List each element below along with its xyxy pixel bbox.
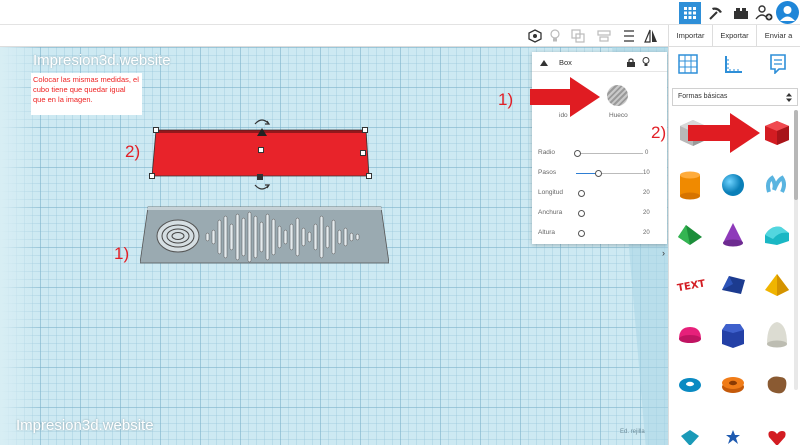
param-label: Altura [538,229,555,236]
edit-toolbar [0,25,668,47]
file-actions: Importar Exportar Enviar a [668,25,800,47]
width-slider[interactable] [578,210,585,217]
align-icon[interactable] [595,27,613,45]
user-avatar-icon[interactable] [776,1,799,24]
polygon-shape[interactable] [713,315,753,355]
wedge-shape[interactable] [713,265,753,305]
callout-label-1: 1) [498,90,514,109]
height-handle[interactable] [257,174,263,180]
height-slider[interactable] [578,230,585,237]
shapes-panel: Formas básicas TEXT [668,47,800,445]
shape-generator-shape[interactable] [757,365,797,405]
top-bar [0,0,800,25]
label-red-box: 2) [125,142,141,161]
red-arrow-1 [530,77,600,117]
resize-handle[interactable] [149,173,155,179]
lift-arrow-icon[interactable] [257,128,267,136]
label-sound-plate: 1) [114,244,130,263]
param-value: 20 [643,190,650,196]
radius-slider[interactable] [574,150,581,157]
length-slider[interactable] [578,190,585,197]
paraboloid-shape[interactable] [757,315,797,355]
star-shape[interactable] [713,417,753,445]
round-roof-shape[interactable] [757,215,797,255]
mirror-icon[interactable] [642,27,660,45]
rotate-icon[interactable] [252,116,272,128]
align-icon-2[interactable] [620,27,638,45]
param-value: 0 [645,150,649,156]
notes-icon[interactable] [767,53,789,75]
lego-brick-icon[interactable] [730,2,752,24]
center-handle[interactable] [258,147,264,153]
tube-shape[interactable] [713,365,753,405]
watermark-bottom: Impresion3d.website [16,417,154,434]
shape-name: Box [559,58,572,67]
export-button[interactable]: Exportar [712,25,756,46]
hole-label: Hueco [609,112,628,119]
gem-shape[interactable] [670,417,710,445]
torus-shape[interactable] [670,365,710,405]
import-button[interactable]: Importar [668,25,712,46]
lightbulb-icon[interactable] [642,57,650,67]
param-label: Radio [538,149,555,156]
view-cube-icon[interactable] [526,27,544,45]
lock-icon[interactable] [627,58,635,67]
side-handle[interactable] [360,150,366,156]
box-shape[interactable] [757,113,797,153]
resize-handle[interactable] [362,127,368,133]
pickaxe-icon[interactable] [705,2,727,24]
grid-shapes-icon[interactable] [677,53,699,75]
resize-handle[interactable] [153,127,159,133]
cone-shape[interactable] [713,215,753,255]
param-value: 10 [643,170,650,176]
dropdown-arrows-icon [786,93,792,102]
param-value: 20 [643,230,650,236]
cylinder-shape[interactable] [670,165,710,205]
param-label: Anchura [538,209,563,216]
heart-shape[interactable] [757,417,797,445]
svg-text:TEXT: TEXT [677,278,705,294]
inspector-header: Box [532,52,667,72]
ruler-icon[interactable] [723,53,745,75]
edit-grid-button[interactable]: Ed. rejilla [620,429,645,435]
slider-track [576,153,643,154]
steps-slider[interactable] [595,170,602,177]
resize-handle[interactable] [366,173,372,179]
roof-shape[interactable] [670,215,710,255]
watermark-top: Impresion3d.website [33,52,171,69]
red-arrow-2 [688,113,760,153]
callout-label-2: 2) [651,123,667,142]
hole-swatch[interactable] [607,85,628,106]
group-icon[interactable] [569,27,587,45]
lightbulb-icon[interactable] [546,27,564,45]
grid-view-icon[interactable] [679,2,701,24]
sphere-shape[interactable] [713,165,753,205]
collapse-icon[interactable] [540,60,548,66]
instruction-note: Colocar las mismas medidas, el cubo tien… [31,73,142,115]
pyramid-shape[interactable] [757,265,797,305]
param-label: Longitud [538,189,563,196]
half-sphere-shape[interactable] [670,315,710,355]
shapes-scroll-thumb[interactable] [794,110,798,200]
param-value: 20 [643,210,650,216]
param-label: Pasos [538,169,557,176]
sound-wave-plate[interactable] [140,206,389,264]
rotate-icon[interactable] [252,182,272,194]
shape-category-select[interactable]: Formas básicas [672,88,798,106]
send-to-button[interactable]: Enviar a [756,25,800,46]
scribble-shape[interactable] [757,165,797,205]
add-user-icon[interactable] [753,2,775,24]
text-shape[interactable]: TEXT [670,265,710,305]
